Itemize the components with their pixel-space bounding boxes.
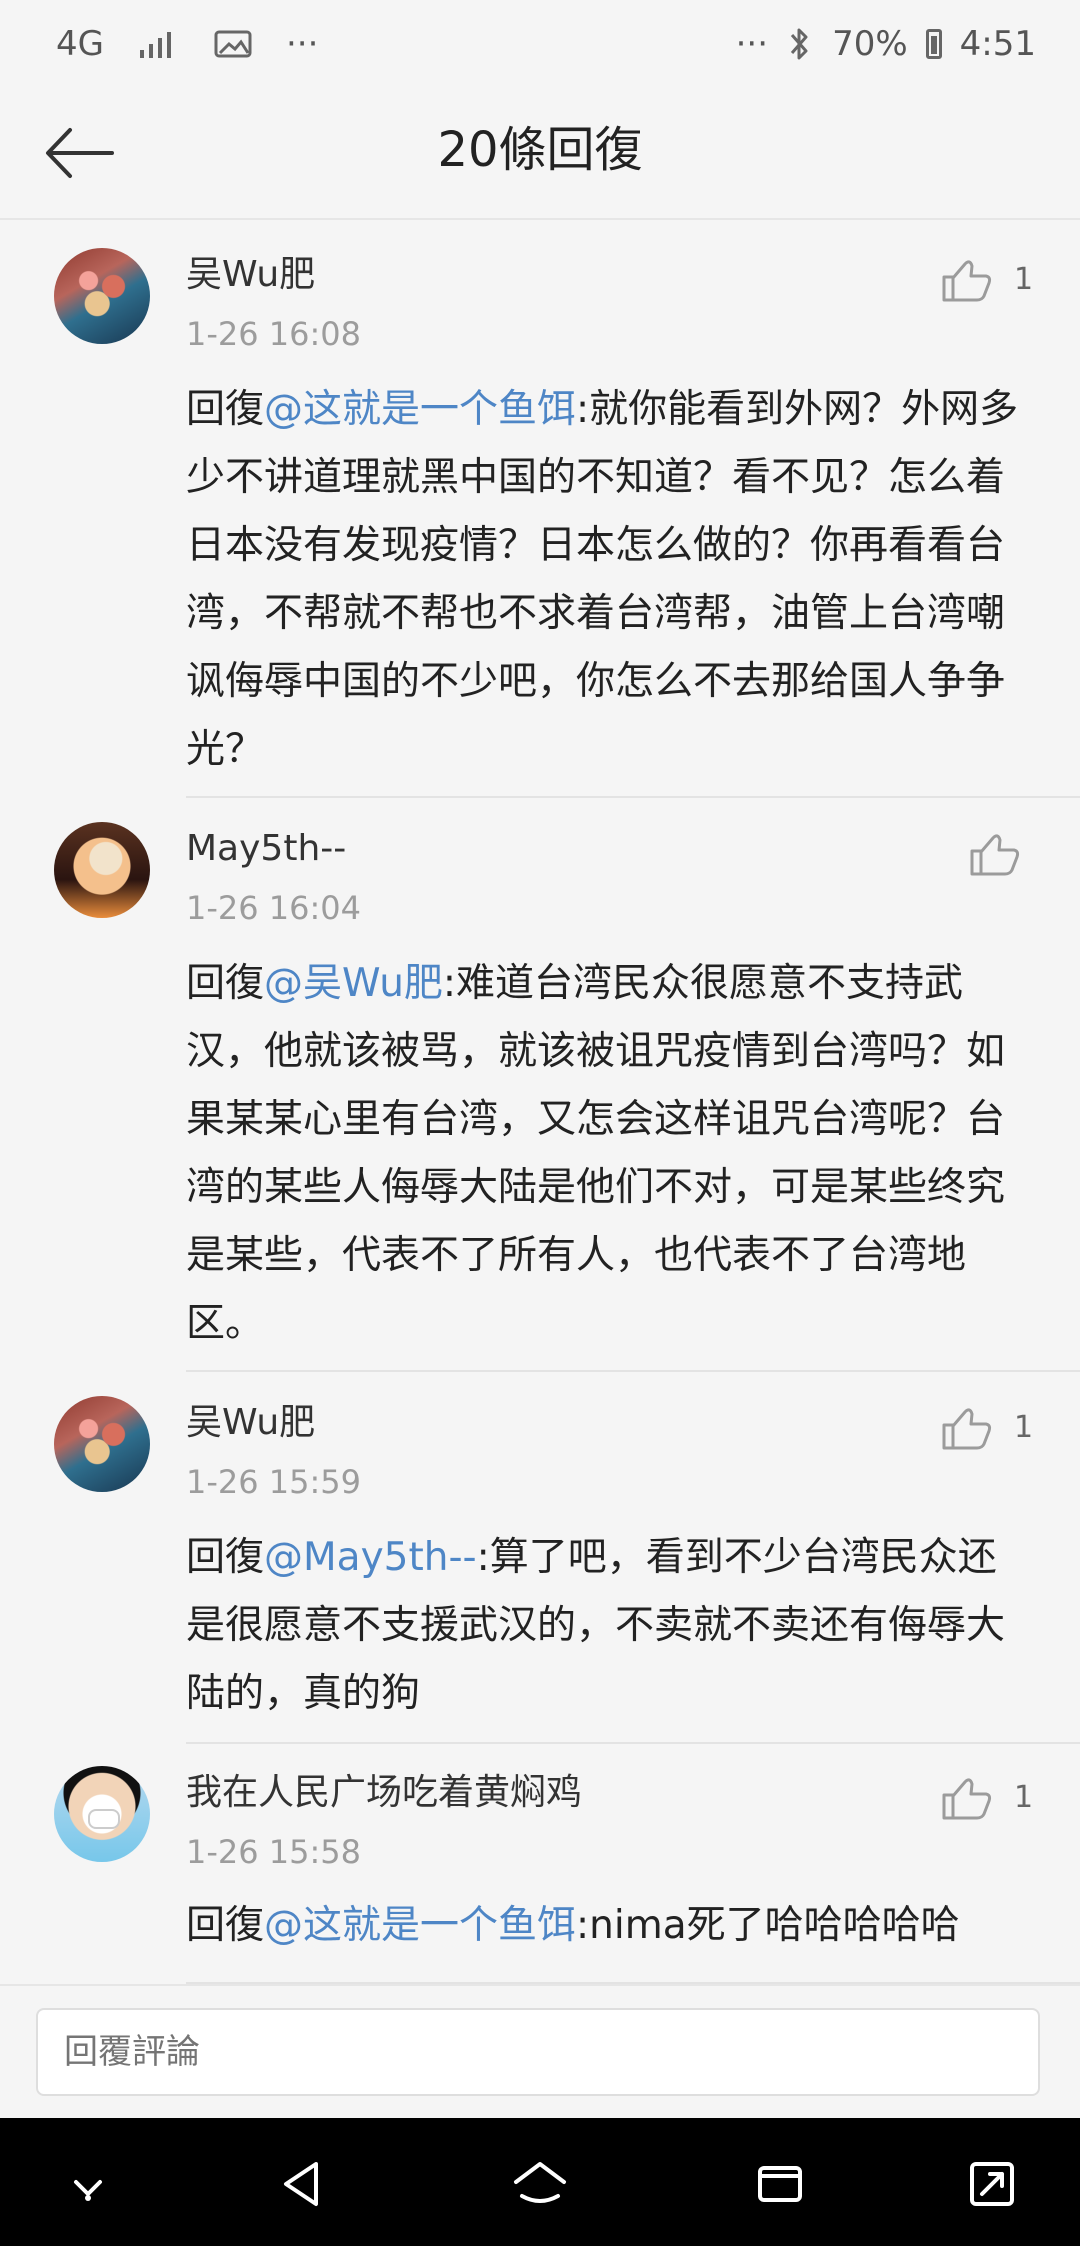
mention-link[interactable]: @吴Wu肥 — [264, 961, 443, 1006]
like-icon[interactable] — [940, 1774, 994, 1822]
back-triangle-icon[interactable] — [272, 2154, 332, 2214]
comment-item: 吴Wu肥 1-26 15:59 1 回復@May5th--:算了吧，看到不少台湾… — [0, 1372, 1080, 1744]
like-icon[interactable] — [968, 830, 1022, 878]
like-count: 1 — [1014, 262, 1034, 297]
signal-icon — [139, 32, 171, 58]
avatar[interactable] — [54, 248, 150, 344]
top-bar: 20條回復 — [0, 88, 1080, 220]
mask-icon — [88, 1809, 120, 1829]
comment-reply-text: 回復@May5th--:算了吧，看到不少台湾民众还是很愿意不支援武汉的，不卖就不… — [186, 1524, 1026, 1728]
comment-reply-text: 回復@吴Wu肥:难道台湾民众很愿意不支持武汉，他就该被骂，就该被诅咒疫情到台湾吗… — [186, 950, 1026, 1358]
comment-item: 吴Wu肥 1-26 16:08 1 回復@这就是一个鱼饵:就你能看到外网？外网多… — [0, 220, 1080, 798]
like-icon[interactable] — [940, 1404, 994, 1452]
mention-link[interactable]: @May5th-- — [264, 1535, 477, 1580]
status-time: 4:51 — [959, 24, 1036, 64]
mention-link[interactable]: @这就是一个鱼饵 — [264, 1903, 576, 1948]
comment-time: 1-26 16:08 — [186, 315, 362, 353]
reply-body: :难道台湾民众很愿意不支持武汉，他就该被骂，就该被诅咒疫情到台湾吗？如果某某心里… — [186, 961, 1006, 1346]
battery-percentage: 70% — [832, 24, 908, 64]
like-count: 1 — [1014, 1410, 1034, 1445]
reply-comment-input[interactable] — [36, 2008, 1040, 2096]
comment-author[interactable]: 我在人民广场吃着黄焖鸡 — [186, 1770, 582, 1816]
reply-prefix: 回復 — [186, 387, 265, 432]
reply-prefix: 回復 — [186, 1535, 265, 1580]
status-right: ··· 70% 4:51 — [736, 22, 1036, 66]
down-chevron-icon[interactable] — [58, 2154, 118, 2214]
comment-author[interactable]: 吴Wu肥 — [186, 1400, 315, 1446]
avatar[interactable] — [54, 1396, 150, 1492]
network-label: 4G — [56, 24, 104, 64]
comment-reply-text: 回復@这就是一个鱼饵:就你能看到外网？外网多少不讲道理就黑中国的不知道？看不见？… — [186, 376, 1026, 784]
comment-item: May5th-- 1-26 16:04 回復@吴Wu肥:难道台湾民众很愿意不支持… — [0, 798, 1080, 1372]
battery-icon — [925, 29, 942, 59]
comment-time: 1-26 15:59 — [186, 1463, 362, 1501]
comment-time: 1-26 16:04 — [186, 889, 362, 927]
reply-prefix: 回復 — [186, 961, 265, 1006]
comment-replies-screen: 4G ··· ··· 70% 4:51 20條回復 吴Wu肥 1-26 16:0… — [0, 0, 1080, 2246]
mention-link[interactable]: @这就是一个鱼饵 — [264, 387, 576, 432]
status-bar: 4G ··· ··· 70% 4:51 — [0, 0, 1080, 88]
reply-body: :nima死了哈哈哈哈哈 — [576, 1903, 960, 1948]
comment-box — [0, 1984, 1080, 2120]
like-count: 1 — [1014, 1780, 1034, 1815]
expand-icon[interactable] — [962, 2154, 1022, 2214]
reply-prefix: 回復 — [186, 1903, 265, 1948]
page-title: 20條回復 — [437, 122, 643, 178]
comment-time: 1-26 15:58 — [186, 1833, 362, 1871]
like-icon[interactable] — [940, 256, 994, 304]
comment-item: 我在人民广场吃着黄焖鸡 1-26 15:58 1 回復@这就是一个鱼饵:nima… — [0, 1744, 1080, 1984]
status-left: 4G ··· — [56, 22, 318, 66]
comment-list: 吴Wu肥 1-26 16:08 1 回復@这就是一个鱼饵:就你能看到外网？外网多… — [0, 220, 1080, 1984]
more-indicator: ··· — [285, 24, 319, 64]
navigation-bar — [0, 2118, 1080, 2246]
more-indicator-right: ··· — [735, 24, 769, 64]
avatar[interactable] — [54, 1766, 150, 1862]
comment-reply-text: 回復@这就是一个鱼饵:nima死了哈哈哈哈哈 — [186, 1892, 1026, 1960]
comment-author[interactable]: May5th-- — [186, 826, 346, 872]
bluetooth-icon — [790, 28, 808, 60]
avatar[interactable] — [54, 822, 150, 918]
comment-author[interactable]: 吴Wu肥 — [186, 252, 315, 298]
image-icon — [214, 30, 252, 58]
home-icon[interactable] — [510, 2154, 570, 2214]
recent-apps-icon[interactable] — [750, 2154, 810, 2214]
reply-body: :就你能看到外网？外网多少不讲道理就黑中国的不知道？看不见？怎么着日本没有发现疫… — [186, 387, 1019, 772]
